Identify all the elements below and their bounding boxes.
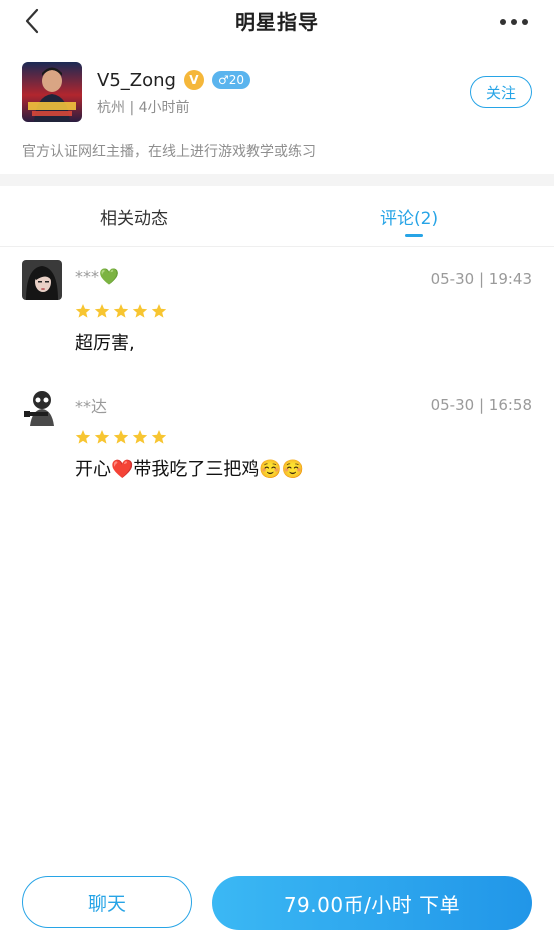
star-icon <box>113 304 129 318</box>
star-icon <box>94 430 110 444</box>
commenter-name: **达 <box>75 397 108 416</box>
avatar-image <box>22 386 62 426</box>
avatar-image <box>22 62 82 122</box>
star-icon <box>75 304 91 318</box>
more-dots-icon <box>500 19 528 25</box>
rating-stars <box>75 303 167 319</box>
commenter-name: ***💚 <box>75 267 119 286</box>
star-icon <box>94 304 110 318</box>
profile-avatar[interactable] <box>22 62 82 122</box>
comment-time: 05-30 | 16:58 <box>430 396 532 414</box>
star-icon <box>151 304 167 318</box>
profile-description: 官方认证网红主播，在线上进行游戏教学或练习 <box>22 144 316 160</box>
more-button[interactable] <box>498 10 530 34</box>
commenter-avatar[interactable] <box>22 260 62 300</box>
nav-bar: 明星指导 <box>0 0 554 44</box>
order-button[interactable]: 79.00币/小时 下单 <box>212 876 532 930</box>
comment-item: ***💚 05-30 | 19:43 超厉害, <box>0 247 554 367</box>
comment-time: 05-30 | 19:43 <box>430 270 532 288</box>
avatar-image <box>22 260 62 300</box>
comment-text: 开心❤️带我吃了三把鸡☺️☺️ <box>75 459 305 480</box>
gender-age-badge: ♂20 <box>211 71 250 89</box>
comment-text: 超厉害, <box>75 333 135 354</box>
star-icon <box>113 430 129 444</box>
verified-icon: V <box>183 70 204 90</box>
name-row: V5_Zong V ♂20 <box>97 68 250 92</box>
chat-button[interactable]: 聊天 <box>22 876 192 928</box>
star-icon <box>75 430 91 444</box>
location-time: 杭州 | 4小时前 <box>97 100 190 116</box>
bottom-action-bar: 聊天 79.00币/小时 下单 <box>0 870 554 935</box>
star-icon <box>132 304 148 318</box>
section-divider <box>0 174 554 186</box>
profile-name: V5_Zong <box>97 69 176 91</box>
star-icon <box>151 430 167 444</box>
rating-stars <box>75 429 167 445</box>
profile-section: V5_Zong V ♂20 杭州 | 4小时前 关注 官方认证网红主播，在线上进… <box>0 50 554 175</box>
comment-item: **达 05-30 | 16:58 开心❤️带我吃了三把鸡☺️☺️ <box>0 373 554 493</box>
active-tab-indicator <box>405 234 423 237</box>
follow-button[interactable]: 关注 <box>470 76 532 108</box>
tab-related-dynamics[interactable]: 相关动态 <box>100 204 168 229</box>
star-icon <box>132 430 148 444</box>
page-title: 明星指导 <box>235 10 319 34</box>
commenter-avatar[interactable] <box>22 386 62 426</box>
tab-bar: 相关动态 评论(2) <box>0 186 554 247</box>
tab-comments[interactable]: 评论(2) <box>380 204 438 229</box>
page: 明星指导 V5_Zong V ♂20 杭州 | 4小时前 关注 官方认证网红主播… <box>0 0 554 935</box>
